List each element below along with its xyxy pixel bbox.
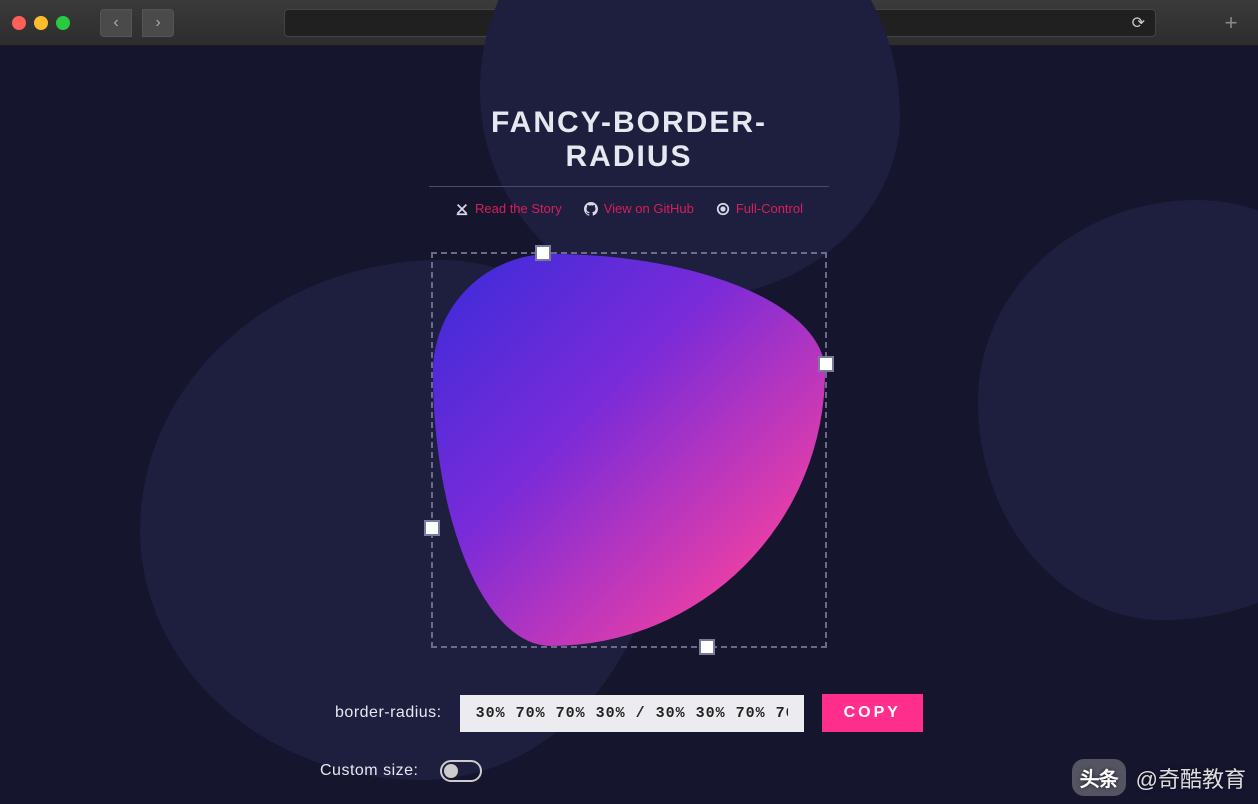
view-github-link[interactable]: View on GitHub [584,201,694,216]
github-icon [584,202,598,216]
minimize-window-button[interactable] [34,16,48,30]
custom-size-row: Custom size: [320,760,482,782]
link-label: Read the Story [475,201,562,216]
page-title: FANCY-BORDER-RADIUS [429,106,829,187]
watermark: 头条 @奇酷教育 [1072,759,1246,796]
custom-size-toggle[interactable] [440,760,482,782]
toggle-knob [444,764,458,778]
watermark-text: @奇酷教育 [1136,762,1246,794]
nav-forward-button[interactable]: › [142,9,174,37]
full-control-link[interactable]: Full-Control [716,201,803,216]
close-window-button[interactable] [12,16,26,30]
output-label: border-radius: [335,704,442,722]
chevron-left-icon: ‹ [113,14,118,32]
maximize-window-button[interactable] [56,16,70,30]
link-label: View on GitHub [604,201,694,216]
link-label: Full-Control [736,201,803,216]
custom-size-label: Custom size: [320,762,418,780]
nav-back-button[interactable]: ‹ [100,9,132,37]
handle-right[interactable] [818,356,834,372]
chevron-right-icon: › [155,14,160,32]
new-tab-button[interactable]: + [1216,10,1246,36]
read-story-link[interactable]: Read the Story [455,201,562,216]
handle-bottom[interactable] [699,639,715,655]
watermark-logo: 头条 [1072,759,1126,796]
header-links: Read the Story View on GitHub Full-Contr… [455,201,803,216]
handle-top[interactable] [535,245,551,261]
handle-left[interactable] [424,520,440,536]
reload-icon[interactable]: ⟳ [1132,13,1145,33]
target-icon [716,202,730,216]
preview-shape [433,254,825,646]
page-content: FANCY-BORDER-RADIUS Read the Story View … [0,46,1258,804]
copy-button[interactable]: COPY [822,694,923,732]
x-icon [455,202,469,216]
border-radius-output[interactable] [460,695,804,732]
shape-editor[interactable] [431,252,827,648]
window-controls [12,16,70,30]
output-row: border-radius: COPY [335,694,923,732]
